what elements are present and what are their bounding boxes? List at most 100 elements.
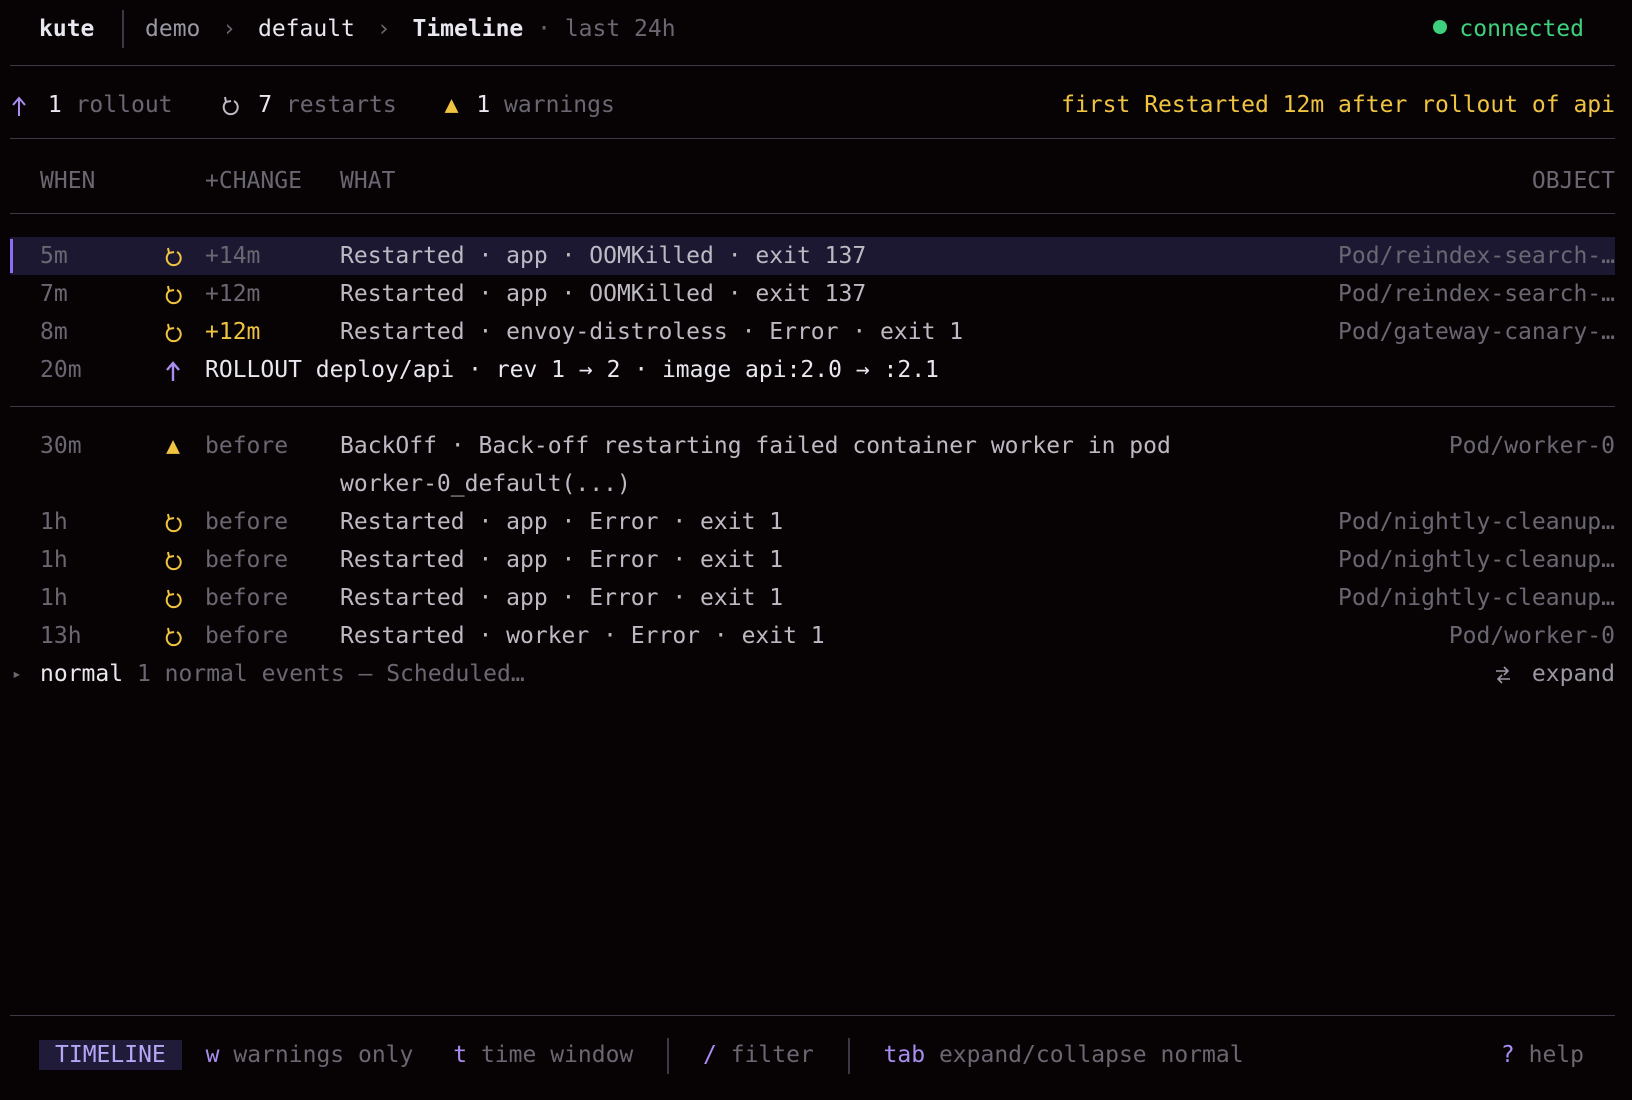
row-when: 20m: [40, 357, 82, 383]
key-w-label: warnings only: [233, 1042, 414, 1068]
restart-icon: [158, 541, 188, 579]
table-row[interactable]: 30m ▲ before BackOff · Back-off restarti…: [10, 427, 1615, 503]
rollouts-count: 1: [47, 92, 62, 118]
restart-icon: [158, 579, 188, 617]
normal-label: normal: [40, 661, 124, 687]
row-object[interactable]: Pod/nightly-cleanup…: [1338, 541, 1615, 579]
row-change: +14m: [205, 243, 261, 269]
column-object[interactable]: OBJECT: [1532, 162, 1615, 200]
restart-icon: [158, 503, 188, 541]
warning-icon: ▲: [166, 433, 180, 459]
warnings-count: 1: [476, 92, 491, 118]
column-when[interactable]: WHEN: [40, 162, 95, 200]
row-when: 1h: [40, 585, 68, 611]
row-when: 13h: [40, 623, 82, 649]
table-row[interactable]: 1h before Restarted · app · Error · exit…: [10, 503, 1615, 541]
row-what: Restarted · app · OOMKilled · exit 137: [340, 243, 867, 269]
row-object[interactable]: Pod/reindex-search-…: [1338, 237, 1615, 275]
keybar-separator: [667, 1037, 670, 1074]
key-slash[interactable]: /: [703, 1042, 717, 1068]
row-what: Restarted · app · Error · exit 1: [340, 509, 784, 535]
row-change: before: [205, 509, 289, 535]
key-t[interactable]: t: [453, 1042, 467, 1068]
rollouts-label: rollout: [75, 92, 173, 118]
expand-toggle-icon: [1494, 661, 1512, 687]
time-range[interactable]: · last 24h: [537, 16, 675, 42]
row-what: Restarted · app · Error · exit 1: [340, 585, 784, 611]
rollout-divider: [10, 406, 1615, 407]
breadcrumb-separator: ›: [222, 16, 237, 42]
rollout-insight: first Restarted 12m after rollout of api: [1061, 92, 1615, 118]
row-when: 1h: [40, 509, 68, 535]
row-change: before: [205, 623, 289, 649]
divider: [10, 65, 1615, 66]
key-w[interactable]: w: [206, 1042, 220, 1068]
rollout-row[interactable]: 20m ROLLOUT deploy/api · rev 1 → 2 · ima…: [10, 351, 1615, 389]
row-when: 5m: [40, 243, 68, 269]
normal-group-label: normal 1 normal events — Scheduled…: [40, 655, 525, 693]
row-what: Restarted · app · OOMKilled · exit 137: [340, 281, 867, 307]
expand-button[interactable]: expand: [1494, 655, 1615, 693]
column-change[interactable]: +CHANGE: [205, 162, 302, 200]
column-headers: WHEN +CHANGE WHAT OBJECT: [10, 162, 1615, 200]
table-row[interactable]: 8m +12m Restarted · envoy-distroless · E…: [10, 313, 1615, 351]
collapse-caret-icon[interactable]: ▸: [12, 655, 22, 693]
table-row[interactable]: 1h before Restarted · app · Error · exit…: [10, 579, 1615, 617]
table-row[interactable]: 7m +12m Restarted · app · OOMKilled · ex…: [10, 275, 1615, 313]
key-t-label: time window: [480, 1042, 634, 1068]
row-object[interactable]: Pod/nightly-cleanup…: [1338, 503, 1615, 541]
row-what: Restarted · app · Error · exit 1: [340, 547, 784, 573]
row-change: before: [205, 547, 289, 573]
keybar-separator: [847, 1037, 850, 1074]
row-when: 30m: [40, 433, 82, 459]
row-change: before: [205, 585, 289, 611]
table-row[interactable]: 1h before Restarted · app · Error · exit…: [10, 541, 1615, 579]
restart-icon: [220, 92, 240, 118]
restarts-count: 7: [258, 92, 273, 118]
connection-status: connected: [1433, 12, 1584, 46]
help-hint[interactable]: ? help: [1501, 1036, 1584, 1074]
footer-keybar: TIMELINE w warnings only t time window /…: [39, 1036, 1244, 1074]
mode-indicator: TIMELINE: [39, 1040, 182, 1070]
key-help[interactable]: ?: [1501, 1042, 1515, 1068]
normal-summary: 1 normal events — Scheduled…: [136, 661, 525, 687]
warning-icon: ▲: [444, 92, 459, 118]
row-object[interactable]: Pod/gateway-canary-…: [1338, 313, 1615, 351]
row-object[interactable]: Pod/worker-0: [1449, 617, 1615, 655]
summary-bar: 1 rollout 7 restarts ▲ 1 warnings: [10, 86, 615, 124]
normal-events-group[interactable]: ▸ normal 1 normal events — Scheduled… ex…: [10, 655, 1615, 693]
breadcrumb-cluster[interactable]: demo: [145, 16, 200, 42]
table-row[interactable]: 13h before Restarted · worker · Error · …: [10, 617, 1615, 655]
divider: [10, 138, 1615, 139]
key-tab[interactable]: tab: [884, 1042, 926, 1068]
restarts-label: restarts: [285, 92, 397, 118]
header-divider: [122, 10, 124, 48]
divider: [10, 213, 1615, 214]
row-object[interactable]: Pod/worker-0: [1449, 427, 1615, 465]
row-change: before: [205, 433, 289, 459]
row-what: BackOff · Back-off restarting failed con…: [340, 433, 1171, 459]
app-name: kute: [39, 16, 95, 42]
key-slash-label: filter: [730, 1042, 814, 1068]
help-label: help: [1528, 1042, 1584, 1068]
column-what[interactable]: WHAT: [340, 162, 395, 200]
rollout-arrow-icon: [10, 92, 28, 118]
footer-divider: [10, 1015, 1615, 1016]
restart-icon: [158, 617, 188, 655]
row-change: +12m: [205, 281, 261, 307]
row-object[interactable]: Pod/nightly-cleanup…: [1338, 579, 1615, 617]
restart-icon: [158, 275, 188, 313]
row-what: Restarted · envoy-distroless · Error · e…: [340, 319, 964, 345]
connection-status-label: connected: [1459, 16, 1584, 42]
row-object[interactable]: Pod/reindex-search-…: [1338, 275, 1615, 313]
rollout-arrow-icon: [158, 351, 188, 389]
key-tab-label: expand/collapse normal: [938, 1042, 1244, 1068]
table-row[interactable]: 5m +14m Restarted · app · OOMKilled · ex…: [10, 237, 1615, 275]
row-what: Restarted · worker · Error · exit 1: [340, 623, 825, 649]
row-change: +12m: [205, 319, 261, 345]
row-what: ROLLOUT deploy/api · rev 1 → 2 · image a…: [205, 357, 939, 383]
row-when: 1h: [40, 547, 68, 573]
row-when: 8m: [40, 319, 68, 345]
restart-icon: [158, 313, 188, 351]
breadcrumb-namespace[interactable]: default: [258, 16, 355, 42]
